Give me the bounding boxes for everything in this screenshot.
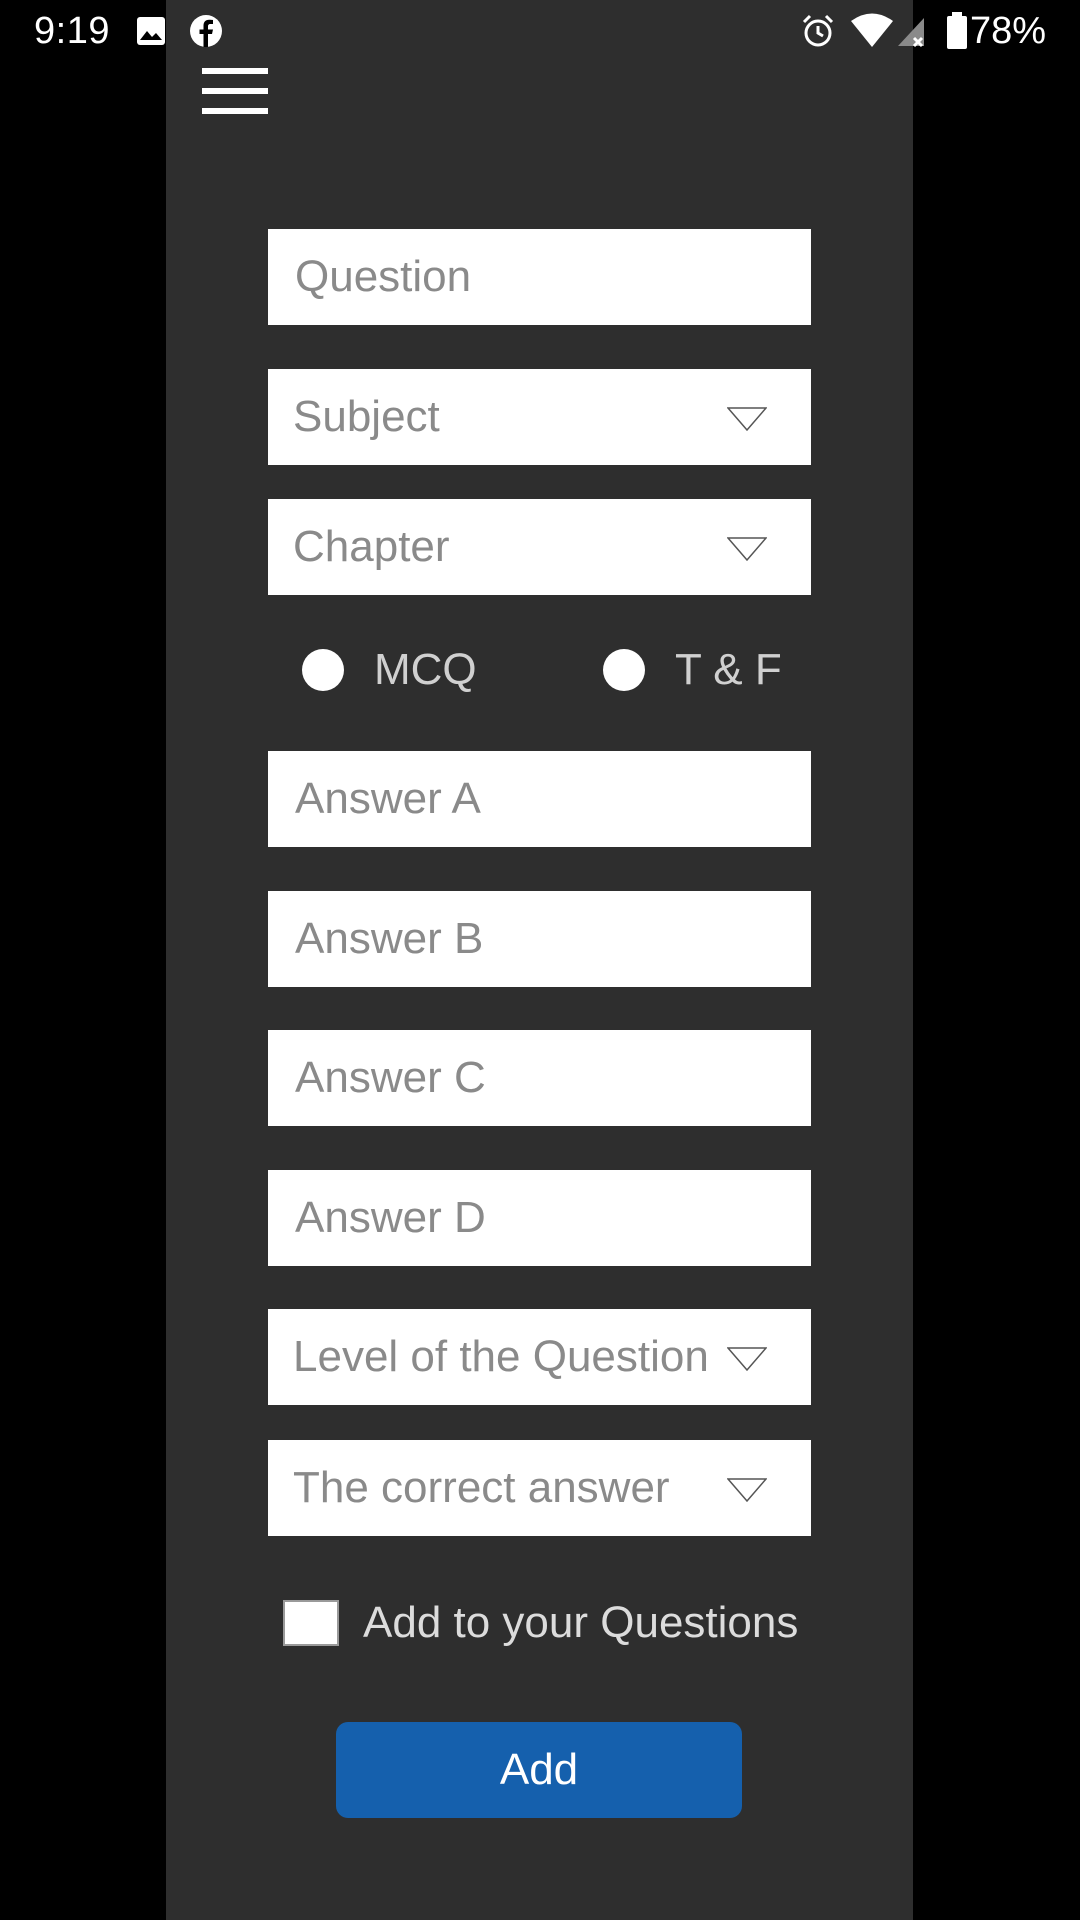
facebook-icon [190, 15, 222, 47]
answer-b-field[interactable] [268, 891, 811, 987]
battery-icon [947, 12, 967, 49]
answer-b-input[interactable] [293, 913, 811, 965]
add-button[interactable]: Add [336, 1722, 742, 1818]
subject-dropdown[interactable]: Subject [268, 369, 811, 465]
status-time: 9:19 [34, 10, 110, 52]
answer-a-input[interactable] [293, 773, 811, 825]
chevron-down-icon [727, 1478, 767, 1502]
level-dropdown[interactable]: Level of the Question [268, 1309, 811, 1405]
chevron-down-icon [727, 537, 767, 561]
subject-label: Subject [293, 392, 440, 441]
chevron-down-icon [727, 407, 767, 431]
correct-answer-label: The correct answer [293, 1463, 670, 1512]
chapter-dropdown[interactable]: Chapter [268, 499, 811, 595]
question-type-group: MCQ T & F [268, 640, 811, 700]
add-to-questions-checkbox-row[interactable]: Add to your Questions [283, 1595, 798, 1651]
answer-d-field[interactable] [268, 1170, 811, 1266]
level-label: Level of the Question [293, 1332, 709, 1381]
answer-d-input[interactable] [293, 1192, 811, 1244]
form-panel: Subject Chapter MCQ T & F Level of the Q… [166, 0, 913, 1920]
image-icon [137, 17, 165, 45]
answer-a-field[interactable] [268, 751, 811, 847]
add-to-questions-checkbox[interactable] [283, 1600, 339, 1646]
true-false-radio[interactable]: T & F [603, 640, 782, 700]
answer-c-input[interactable] [293, 1052, 811, 1104]
radio-circle[interactable] [302, 649, 344, 691]
hamburger-menu-icon[interactable] [202, 64, 270, 118]
mcq-label: MCQ [374, 645, 477, 694]
chevron-down-icon [727, 1347, 767, 1371]
mcq-radio[interactable]: MCQ [302, 640, 477, 700]
add-to-questions-label: Add to your Questions [363, 1598, 799, 1647]
answer-c-field[interactable] [268, 1030, 811, 1126]
radio-circle[interactable] [603, 649, 645, 691]
signal-icon [898, 18, 924, 48]
chapter-label: Chapter [293, 522, 450, 571]
question-input[interactable] [293, 251, 811, 303]
battery-percent: 78% [969, 10, 1046, 52]
status-bar: 9:19 78% [0, 0, 1080, 62]
true-false-label: T & F [675, 645, 782, 694]
alarm-icon [802, 14, 834, 47]
question-field[interactable] [268, 229, 811, 325]
wifi-icon [851, 13, 893, 47]
correct-answer-dropdown[interactable]: The correct answer [268, 1440, 811, 1536]
